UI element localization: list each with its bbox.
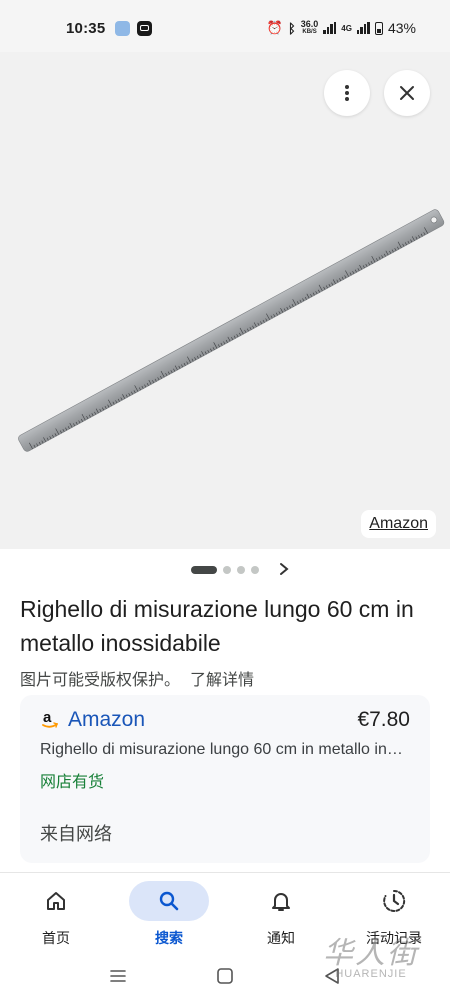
copyright-text: 图片可能受版权保护。 <box>20 672 181 689</box>
close-button[interactable] <box>384 70 430 116</box>
nav-search-label: 搜索 <box>155 930 183 946</box>
network-type: 4G <box>341 23 352 33</box>
source-note: 来自网络 <box>40 824 112 844</box>
nav-activity-pill[interactable] <box>354 881 434 921</box>
product-title: Righello di misurazione lungo 60 cm in m… <box>20 596 414 656</box>
stock-status: 网店有货 <box>40 774 105 791</box>
history-icon <box>383 889 406 912</box>
nav-search[interactable]: 搜索 <box>124 873 214 955</box>
status-bar: 10:35 ⏰ ᛒ 36.0 KB/S 4G 43% <box>0 0 450 52</box>
search-icon <box>159 891 179 911</box>
home-icon <box>47 892 65 910</box>
nav-home[interactable]: 首页 <box>11 873 101 955</box>
alarm-icon: ⏰ <box>266 20 283 35</box>
nav-home-label: 首页 <box>42 930 70 946</box>
copyright-notice: 图片可能受版权保护。 了解详情 <box>20 666 254 690</box>
merchant-card[interactable]: a Amazon €7.80 Righello di misurazione l… <box>20 695 430 863</box>
bell-icon <box>272 893 290 911</box>
image-source-link[interactable]: Amazon <box>361 510 436 538</box>
watermark-text-cn: 华人街 <box>323 936 419 971</box>
pager-dot[interactable] <box>223 566 231 574</box>
image-viewer[interactable]: Amazon <box>0 52 450 549</box>
message-icon <box>137 21 152 36</box>
more-vert-icon <box>345 85 349 101</box>
ruler-image[interactable] <box>0 52 450 549</box>
chevron-right-icon[interactable] <box>276 560 292 578</box>
clock: 10:35 <box>66 20 106 37</box>
amazon-logo-icon: a <box>42 710 58 728</box>
close-icon <box>400 86 414 100</box>
learn-more-link[interactable]: 了解详情 <box>190 672 254 689</box>
listing-title: Righello di misurazione lungo 60 cm in m… <box>40 741 410 758</box>
nav-search-pill[interactable] <box>129 881 209 921</box>
nav-notifications-pill[interactable] <box>241 881 321 921</box>
watermark: 华人街 HUARENJIE <box>306 928 436 988</box>
more-options-button[interactable] <box>324 70 370 116</box>
menu-icon[interactable] <box>108 966 128 986</box>
price: €7.80 <box>357 708 410 731</box>
status-icons: ⏰ ᛒ 36.0 KB/S 4G 43% <box>266 19 416 37</box>
signal-icon <box>356 22 370 34</box>
svg-text:a: a <box>43 710 52 726</box>
image-pager[interactable] <box>0 556 450 582</box>
home-square-icon[interactable] <box>215 966 235 986</box>
pager-dot[interactable] <box>237 566 245 574</box>
bluetooth-icon: ᛒ <box>287 20 296 36</box>
wifi-signal-icon <box>323 22 337 34</box>
nav-home-pill[interactable] <box>16 881 96 921</box>
network-speed: 36.0 KB/S <box>300 19 319 36</box>
battery-icon <box>374 21 383 35</box>
pager-dot[interactable] <box>251 566 259 574</box>
battery-level: 43% <box>387 20 416 36</box>
pager-dot-active[interactable] <box>191 566 217 574</box>
weather-icon <box>115 21 130 36</box>
merchant-name[interactable]: Amazon <box>68 708 145 732</box>
